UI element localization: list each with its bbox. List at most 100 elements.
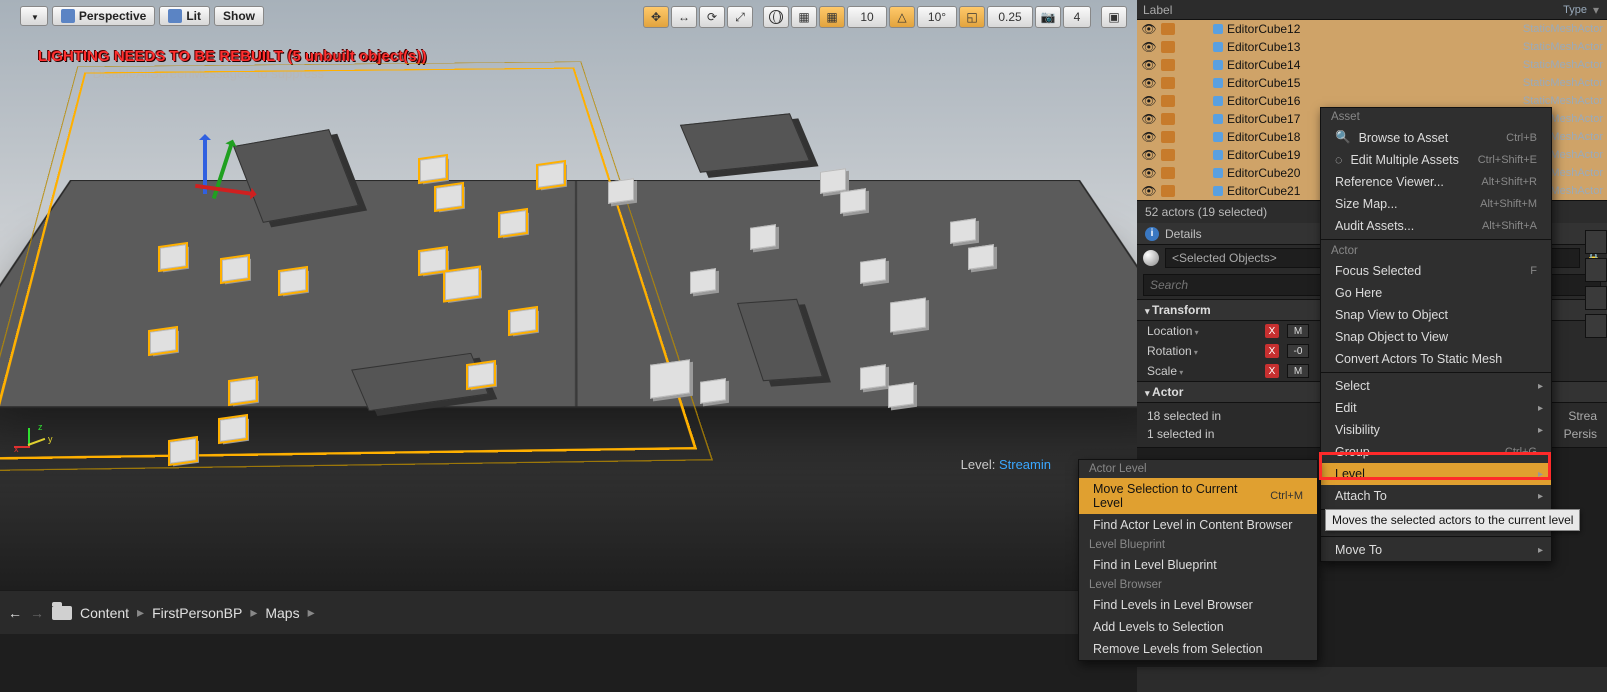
eye-icon[interactable]: 👁: [1141, 184, 1157, 198]
surface-snap-icon[interactable]: ▦: [791, 6, 817, 28]
dock-tab[interactable]: [1585, 258, 1607, 282]
scale-snap-value[interactable]: 0.25: [987, 6, 1033, 28]
ctx-convert-to-static-mesh[interactable]: Convert Actors To Static Mesh: [1321, 348, 1551, 370]
level-label: Level:: [961, 457, 996, 472]
x-badge: X: [1265, 324, 1279, 338]
ctx-snap-object-to-view[interactable]: Snap Object to View: [1321, 326, 1551, 348]
viewport-toolbar-left: Perspective Lit Show: [20, 6, 264, 26]
eye-icon[interactable]: 👁: [1141, 40, 1157, 54]
ctx-move-to-submenu[interactable]: Move To: [1321, 539, 1551, 561]
scale-snap-icon[interactable]: ◱: [959, 6, 985, 28]
current-level-indicator: Level: Streamin: [961, 457, 1051, 472]
transform-scale-icon[interactable]: ⤢: [727, 6, 753, 28]
scale-label[interactable]: Scale: [1147, 364, 1257, 378]
eye-icon[interactable]: 👁: [1141, 130, 1157, 144]
outliner-row[interactable]: 👁EditorCube12StaticMeshActor: [1137, 20, 1607, 38]
actor-icon: [1161, 95, 1175, 107]
show-button[interactable]: Show: [214, 6, 264, 26]
dock-tab[interactable]: [1585, 314, 1607, 338]
ctx-select-submenu[interactable]: Select: [1321, 375, 1551, 397]
transform-move-icon[interactable]: ↔: [671, 6, 697, 28]
grid-snap-value[interactable]: 10: [847, 6, 887, 28]
ctx-focus-selected[interactable]: Focus SelectedF: [1321, 260, 1551, 282]
transform-rotate-icon[interactable]: ⟳: [699, 6, 725, 28]
ctx-go-here[interactable]: Go Here: [1321, 282, 1551, 304]
scale-value[interactable]: M: [1287, 364, 1309, 378]
maximize-viewport-icon[interactable]: ▣: [1101, 6, 1127, 28]
ctx-reference-viewer[interactable]: Reference Viewer...Alt+Shift+R: [1321, 171, 1551, 193]
context-group-actor: Actor: [1321, 242, 1551, 260]
angle-snap-value[interactable]: 10°: [917, 6, 957, 28]
ctx-find-in-level-blueprint[interactable]: Find in Level Blueprint: [1079, 554, 1317, 576]
eye-icon[interactable]: 👁: [1141, 22, 1157, 36]
breadcrumb-item[interactable]: FirstPersonBP: [152, 605, 242, 621]
outliner-row[interactable]: 👁EditorCube15StaticMeshActor: [1137, 74, 1607, 92]
info-icon: i: [1145, 227, 1159, 241]
outliner-row[interactable]: 👁EditorCube13StaticMeshActor: [1137, 38, 1607, 56]
ctx-attach-to-submenu[interactable]: Attach To: [1321, 485, 1551, 507]
perspective-button[interactable]: Perspective: [52, 6, 155, 26]
ctx-snap-view-to-object[interactable]: Snap View to Object: [1321, 304, 1551, 326]
actor-icon: [1161, 59, 1175, 71]
outliner-header: Label Type ▾: [1137, 0, 1607, 20]
camera-speed-value[interactable]: 4: [1063, 6, 1091, 28]
edit-icon: ◌: [1335, 153, 1342, 167]
actor-icon: [1161, 167, 1175, 179]
type-column-header[interactable]: Type: [1563, 4, 1591, 16]
ctx-audit-assets[interactable]: Audit Assets...Alt+Shift+A: [1321, 215, 1551, 237]
scene-geometry: [0, 0, 1137, 590]
chevron-down-icon[interactable]: ▾: [1591, 3, 1601, 17]
eye-icon[interactable]: 👁: [1141, 112, 1157, 126]
eye-icon[interactable]: 👁: [1141, 58, 1157, 72]
location-label[interactable]: Location: [1147, 324, 1257, 338]
context-group-actor-level: Actor Level: [1079, 460, 1317, 478]
folder-root[interactable]: [52, 606, 72, 620]
ctx-browse-to-asset[interactable]: 🔍Browse to AssetCtrl+B: [1321, 126, 1551, 149]
ctx-remove-levels-from-selection[interactable]: Remove Levels from Selection: [1079, 638, 1317, 660]
ctx-visibility-submenu[interactable]: Visibility: [1321, 419, 1551, 441]
eye-icon[interactable]: 👁: [1141, 166, 1157, 180]
viewport-3d[interactable]: Perspective Lit Show ✥ ↔ ⟳ ⤢ ▦ ▦ 10 △ 10…: [0, 0, 1137, 590]
eye-icon[interactable]: 👁: [1141, 148, 1157, 162]
actor-icon: [1161, 131, 1175, 143]
mesh-icon: [1213, 150, 1223, 160]
ctx-edit-multiple-assets[interactable]: ◌Edit Multiple AssetsCtrl+Shift+E: [1321, 149, 1551, 171]
back-button[interactable]: ←: [8, 605, 22, 621]
dock-tab[interactable]: [1585, 286, 1607, 310]
lit-button[interactable]: Lit: [159, 6, 210, 26]
viewmode-dropdown[interactable]: [20, 6, 48, 26]
context-group-level-browser: Level Browser: [1079, 576, 1317, 594]
ctx-level-submenu[interactable]: Level: [1321, 463, 1551, 485]
dock-tab[interactable]: [1585, 230, 1607, 254]
coord-space-icon[interactable]: [763, 6, 789, 28]
eye-icon[interactable]: 👁: [1141, 94, 1157, 108]
breadcrumb-item[interactable]: Maps: [265, 605, 299, 621]
camera-speed-icon[interactable]: 📷: [1035, 6, 1061, 28]
label-column-header[interactable]: Label: [1143, 3, 1563, 17]
x-badge: X: [1265, 364, 1279, 378]
details-tab-label: Details: [1165, 227, 1202, 241]
ctx-move-selection-to-current-level[interactable]: Move Selection to Current LevelCtrl+M: [1079, 478, 1317, 514]
cube-icon: [168, 9, 182, 23]
mesh-icon: [1213, 24, 1223, 34]
rotation-value[interactable]: -0: [1287, 344, 1309, 358]
actor-icon: [1161, 77, 1175, 89]
breadcrumb-item[interactable]: Content: [80, 605, 129, 621]
grid-snap-icon[interactable]: ▦: [819, 6, 845, 28]
perspective-label: Perspective: [79, 9, 146, 23]
angle-snap-icon[interactable]: △: [889, 6, 915, 28]
ctx-find-actor-level[interactable]: Find Actor Level in Content Browser: [1079, 514, 1317, 536]
transform-gizmo[interactable]: [175, 130, 265, 220]
eye-icon[interactable]: 👁: [1141, 76, 1157, 90]
outliner-row[interactable]: 👁EditorCube14StaticMeshActor: [1137, 56, 1607, 74]
ctx-edit-submenu[interactable]: Edit: [1321, 397, 1551, 419]
transform-select-icon[interactable]: ✥: [643, 6, 669, 28]
ctx-group[interactable]: GroupCtrl+G: [1321, 441, 1551, 463]
lit-label: Lit: [186, 9, 201, 23]
ctx-size-map[interactable]: Size Map...Alt+Shift+M: [1321, 193, 1551, 215]
ctx-add-levels-to-selection[interactable]: Add Levels to Selection: [1079, 616, 1317, 638]
location-value[interactable]: M: [1287, 324, 1309, 338]
forward-button[interactable]: →: [30, 605, 44, 621]
ctx-find-levels-in-browser[interactable]: Find Levels in Level Browser: [1079, 594, 1317, 616]
rotation-label[interactable]: Rotation: [1147, 344, 1257, 358]
